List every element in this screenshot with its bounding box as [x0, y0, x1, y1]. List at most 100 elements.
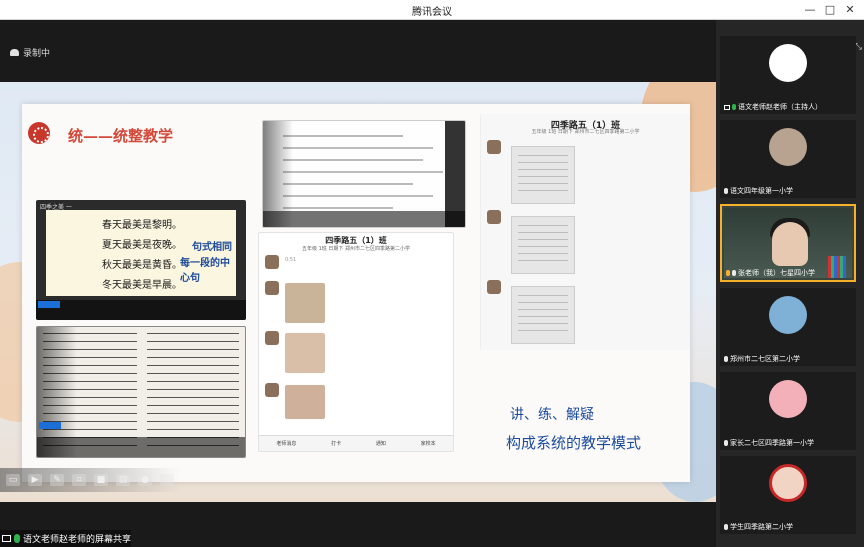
avatar	[769, 464, 807, 502]
poem-note: 每一段的中心句	[180, 258, 230, 284]
avatar	[487, 280, 501, 294]
avatar	[487, 140, 501, 154]
poem-line: 秋天最美是黄昏。	[102, 260, 182, 271]
participant-name: 学生四季路第二小学	[730, 523, 793, 531]
camera-icon[interactable]: ■	[94, 474, 108, 486]
prose-image[interactable]	[36, 326, 246, 458]
participant-label: 郑州市二七区第二小学	[724, 354, 854, 364]
screen-share-icon	[724, 104, 730, 110]
homework-photo[interactable]	[511, 286, 575, 344]
shared-screen: 统——统整教学 四季之美 一 春天最美是黎明。 夏天最美是夜晚。 秋天最美是黄昏…	[0, 82, 716, 502]
minimize-button[interactable]: —	[800, 2, 820, 18]
crop-icon[interactable]: ⌗	[72, 474, 86, 486]
avatar	[769, 380, 807, 418]
doc-line	[283, 171, 443, 173]
phone-tabbar: 老师消息 打卡 通知 家校本	[259, 435, 453, 451]
prose-controls[interactable]	[37, 437, 245, 457]
slide: 统——统整教学 四季之美 一 春天最美是黎明。 夏天最美是夜晚。 秋天最美是黄昏…	[22, 104, 690, 482]
poem-line: 夏天最美是夜晚。	[102, 240, 182, 251]
mic-off-icon	[724, 440, 728, 446]
slide-caption: 构成系统的教学模式	[506, 434, 642, 452]
tab-homeschool[interactable]: 家校本	[421, 440, 436, 447]
mic-off-icon	[724, 356, 728, 362]
presenter-name: 语文老师赵老师的屏幕共享	[23, 535, 132, 545]
window-controls: — □ ✕	[800, 2, 860, 18]
worksheet-image[interactable]	[262, 120, 466, 228]
participant-tile-active[interactable]: 张老师（我）七星四小学	[720, 204, 856, 282]
mic-off-icon	[724, 524, 728, 530]
participant-tile[interactable]: 家长二七区四季路第一小学	[720, 372, 856, 450]
video-thumbnail[interactable]	[285, 385, 325, 419]
homework-photo[interactable]	[511, 146, 575, 204]
screen-share-icon	[2, 535, 11, 542]
annotation-toolbar: ▭ ▶ ✎ ⌗ ■ ▤ ● ⋯	[0, 468, 180, 492]
flower-logo-icon	[28, 122, 50, 144]
doc-line	[283, 183, 413, 185]
tab-teacher-message[interactable]: 老师消息	[276, 440, 296, 447]
screen-icon[interactable]: ▭	[6, 474, 20, 486]
class-app-screenshot-left[interactable]: 四季路五（1）班 五年级 1班 日期下 郑州市二七区四季路第二小学 0:51 老…	[258, 232, 454, 452]
window-title: 腾讯会议	[412, 7, 452, 18]
tab-checkin[interactable]: 打卡	[331, 440, 341, 447]
poem-red-column	[72, 220, 86, 290]
phone-subtitle: 五年级 1班 日期下 郑州市二七区四季路第二小学	[302, 246, 410, 252]
mic-off-icon	[724, 188, 728, 194]
avatar	[265, 255, 279, 269]
doc-line	[283, 207, 393, 209]
video-badge	[38, 301, 60, 308]
participant-name: 家长二七区四季路第一小学	[730, 439, 814, 447]
class-app-screenshot-right[interactable]: 四季路五（1）班 五年级 1班 日期下 郑州市二七区四季路第二小学	[480, 114, 690, 350]
avatar	[769, 296, 807, 334]
doc-controls[interactable]	[263, 211, 465, 227]
play-icon[interactable]: ▶	[28, 474, 42, 486]
mic-icon	[14, 534, 20, 543]
video-thumbnail[interactable]	[285, 283, 325, 323]
prose-column	[147, 333, 239, 451]
participant-name: 语文四年级第一小学	[730, 187, 793, 195]
poem-board: 春天最美是黎明。 夏天最美是夜晚。 秋天最美是黄昏。 冬天最美是早晨。 句式相同…	[46, 210, 236, 296]
poem-line: 春天最美是黎明。	[102, 220, 182, 231]
avatar	[265, 383, 279, 397]
mic-off-icon	[732, 270, 736, 276]
user-icon	[726, 270, 730, 276]
participant-label: 语文四年级第一小学	[724, 186, 854, 196]
main-stage: 录制中 统——统整教学 四季之美 一 春天最美是黎明。 夏天最美是夜晚。 秋天最…	[0, 20, 716, 547]
avatar	[487, 210, 501, 224]
tab-notice[interactable]: 通知	[376, 440, 386, 447]
mic-icon	[732, 104, 736, 110]
close-button[interactable]: ✕	[840, 2, 860, 18]
participant-sidebar: ⤡ 语文老师赵老师（主持人） 语文四年级第一小学 张老师（我）七星四小学 郑州市…	[716, 20, 864, 547]
doc-line	[283, 159, 423, 161]
poem-video[interactable]: 四季之美 一 春天最美是黎明。 夏天最美是夜晚。 秋天最美是黄昏。 冬天最美是早…	[36, 200, 246, 320]
avatar	[265, 281, 279, 295]
pen-icon[interactable]: ✎	[50, 474, 64, 486]
participant-tile[interactable]: 语文四年级第一小学	[720, 120, 856, 198]
participant-label: 家长二七区四季路第一小学	[724, 438, 854, 448]
more-icon[interactable]: ⋯	[160, 474, 174, 486]
video-controls[interactable]	[36, 300, 246, 320]
cloud-icon	[10, 49, 19, 56]
slide-title: 统——统整教学	[68, 127, 174, 145]
participant-name: 郑州市二七区第二小学	[730, 355, 800, 363]
poem-line: 冬天最美是早晨。	[102, 280, 182, 291]
participant-tile[interactable]: 学生四季路第二小学	[720, 456, 856, 534]
doc-line	[283, 135, 403, 137]
video-thumbnail[interactable]	[285, 333, 325, 373]
avatar	[265, 331, 279, 345]
participant-name: 张老师（我）七星四小学	[738, 269, 815, 277]
recording-indicator[interactable]: 录制中	[10, 46, 50, 59]
recording-label: 录制中	[23, 49, 51, 59]
globe-icon[interactable]: ●	[138, 474, 152, 486]
chat-icon[interactable]: ▤	[116, 474, 130, 486]
audio-time: 0:51	[285, 257, 297, 263]
participant-label: 学生四季路第二小学	[724, 522, 854, 532]
participant-tile[interactable]: 郑州市二七区第二小学	[720, 288, 856, 366]
maximize-button[interactable]: □	[820, 2, 840, 18]
doc-line	[283, 147, 433, 149]
homework-photo[interactable]	[511, 216, 575, 274]
avatar	[769, 44, 807, 82]
participant-tile[interactable]: 语文老师赵老师（主持人）	[720, 36, 856, 114]
participant-label: 语文老师赵老师（主持人）	[724, 102, 854, 112]
slide-caption: 讲、练、解疑	[510, 407, 594, 423]
avatar	[769, 128, 807, 166]
